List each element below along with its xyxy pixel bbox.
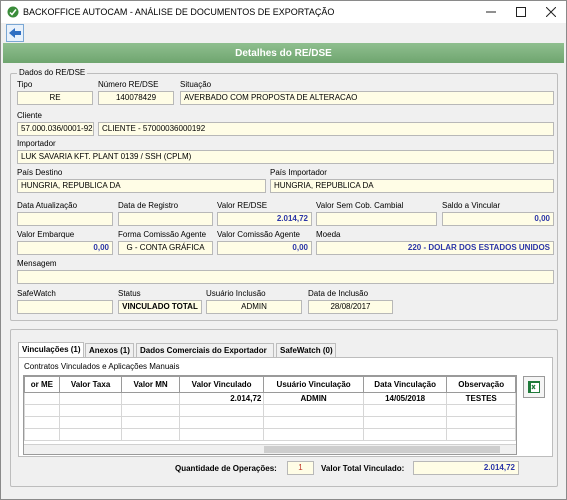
tipo-label: Tipo xyxy=(17,80,33,89)
minimize-button[interactable] xyxy=(476,1,506,23)
valor-embarque-label: Valor Embarque xyxy=(17,230,75,239)
usuario-inclusao-field[interactable]: ADMIN xyxy=(206,300,302,314)
status-label: Status xyxy=(118,289,141,298)
export-excel-button[interactable] xyxy=(523,376,545,398)
excel-icon xyxy=(528,381,540,393)
column-header[interactable]: Valor MN xyxy=(121,376,180,393)
grid-caption: Contratos Vinculados e Aplicações Manuai… xyxy=(24,362,180,371)
close-button[interactable] xyxy=(536,1,566,23)
moeda-label: Moeda xyxy=(316,230,341,239)
numero-label: Número RE/DSE xyxy=(98,80,159,89)
app-icon xyxy=(7,6,19,18)
table-row xyxy=(24,416,516,429)
status-field[interactable]: VINCULADO TOTAL xyxy=(118,300,202,314)
safewatch-field[interactable] xyxy=(17,300,113,314)
table-cell: 14/05/2018 xyxy=(362,392,448,405)
column-header[interactable]: Valor Taxa xyxy=(58,376,123,393)
close-icon xyxy=(546,7,556,17)
table-row xyxy=(24,428,516,441)
vinculacoes-table: or ME Valor Taxa Valor MN Valor Vinculad… xyxy=(24,376,516,441)
forma-comissao-label: Forma Comissão Agente xyxy=(118,230,207,239)
valor-embarque-field[interactable]: 0,00 xyxy=(17,241,113,255)
page-header: Detalhes do RE/DSE xyxy=(3,43,564,63)
horizontal-scrollbar[interactable] xyxy=(24,444,516,454)
vinculacoes-grid[interactable]: or ME Valor Taxa Valor MN Valor Vinculad… xyxy=(23,375,517,455)
mensagem-label: Mensagem xyxy=(17,259,57,268)
column-header[interactable]: or ME xyxy=(24,376,60,393)
pais-importador-field[interactable]: HUNGRIA, REPUBLICA DA xyxy=(270,179,554,193)
data-atualizacao-field[interactable] xyxy=(17,212,113,226)
usuario-inclusao-label: Usuário Inclusão xyxy=(206,289,266,298)
tab-anexos[interactable]: Anexos (1) xyxy=(85,343,134,358)
tab-vinculacoes[interactable]: Vinculações (1) xyxy=(18,342,84,358)
table-cell xyxy=(24,392,60,405)
data-inclusao-field[interactable]: 28/08/2017 xyxy=(308,300,393,314)
dados-group-label: Dados do RE/DSE xyxy=(17,68,88,77)
qtd-operacoes-label: Quantidade de Operações: xyxy=(175,464,277,473)
table-cell xyxy=(121,392,180,405)
tab-safewatch[interactable]: SafeWatch (0) xyxy=(276,343,336,358)
data-inclusao-label: Data de Inclusão xyxy=(308,289,369,298)
valor-comissao-field[interactable]: 0,00 xyxy=(217,241,312,255)
valor-re-field[interactable]: 2.014,72 xyxy=(217,212,312,226)
valor-total-field[interactable]: 2.014,72 xyxy=(413,461,519,475)
cliente-nome-field[interactable]: CLIENTE - 57000036000192 xyxy=(98,122,554,136)
situacao-label: Situação xyxy=(180,80,212,89)
moeda-field[interactable]: 220 - DOLAR DOS ESTADOS UNIDOS xyxy=(316,241,554,255)
table-cell: 2.014,72 xyxy=(178,392,265,405)
importador-field[interactable]: LUK SAVARIA KFT. PLANT 0139 / SSH (CPLM) xyxy=(17,150,554,164)
maximize-icon xyxy=(516,7,526,17)
table-cell xyxy=(58,392,123,405)
importador-label: Importador xyxy=(17,139,56,148)
back-arrow-icon xyxy=(9,28,21,38)
safewatch-label: SafeWatch xyxy=(17,289,56,298)
table-row xyxy=(24,404,516,417)
qtd-operacoes-field[interactable]: 1 xyxy=(287,461,314,475)
cliente-cnpj-field[interactable]: 57.000.036/0001-92 xyxy=(17,122,94,136)
column-header[interactable]: Data Vinculação xyxy=(362,376,448,393)
valor-comissao-label: Valor Comissão Agente xyxy=(217,230,301,239)
valor-total-label: Valor Total Vinculado: xyxy=(321,464,405,473)
situacao-field[interactable]: AVERBADO COM PROPOSTA DE ALTERACAO xyxy=(180,91,554,105)
table-row[interactable]: 2.014,72 ADMIN 14/05/2018 TESTES xyxy=(24,392,516,405)
pais-importador-label: País Importador xyxy=(270,168,327,177)
scrollbar-thumb[interactable] xyxy=(264,446,500,453)
pais-destino-label: País Destino xyxy=(17,168,63,177)
forma-comissao-field[interactable]: G - CONTA GRÁFICA xyxy=(118,241,213,255)
data-registro-field[interactable] xyxy=(118,212,213,226)
saldo-field[interactable]: 0,00 xyxy=(442,212,554,226)
saldo-label: Saldo a Vincular xyxy=(442,201,501,210)
valor-sem-cob-label: Valor Sem Cob. Cambial xyxy=(316,201,404,210)
valor-re-label: Valor RE/DSE xyxy=(217,201,268,210)
column-header[interactable]: Usuário Vinculação xyxy=(263,376,364,393)
data-atualizacao-label: Data Atualização xyxy=(17,201,78,210)
window-title: BACKOFFICE AUTOCAM - ANÁLISE DE DOCUMENT… xyxy=(23,7,335,17)
table-cell: ADMIN xyxy=(263,392,364,405)
column-header[interactable]: Observação xyxy=(446,376,516,393)
minimize-icon xyxy=(486,11,496,13)
tab-dados-comerciais[interactable]: Dados Comerciais do Exportador xyxy=(136,343,274,358)
title-bar: BACKOFFICE AUTOCAM - ANÁLISE DE DOCUMENT… xyxy=(1,1,566,23)
pais-destino-field[interactable]: HUNGRIA, REPUBLICA DA xyxy=(17,179,266,193)
valor-sem-cob-field[interactable] xyxy=(316,212,437,226)
table-header-row: or ME Valor Taxa Valor MN Valor Vinculad… xyxy=(24,376,516,393)
data-registro-label: Data de Registro xyxy=(118,201,179,210)
main-window: BACKOFFICE AUTOCAM - ANÁLISE DE DOCUMENT… xyxy=(0,0,567,500)
back-button[interactable] xyxy=(6,24,24,42)
tipo-field[interactable]: RE xyxy=(17,91,93,105)
mensagem-field[interactable] xyxy=(17,270,554,284)
cliente-label: Cliente xyxy=(17,111,42,120)
table-cell: TESTES xyxy=(446,392,516,405)
toolbar xyxy=(3,23,565,43)
maximize-button[interactable] xyxy=(506,1,536,23)
numero-field[interactable]: 140078429 xyxy=(98,91,174,105)
column-header[interactable]: Valor Vinculado xyxy=(178,376,265,393)
